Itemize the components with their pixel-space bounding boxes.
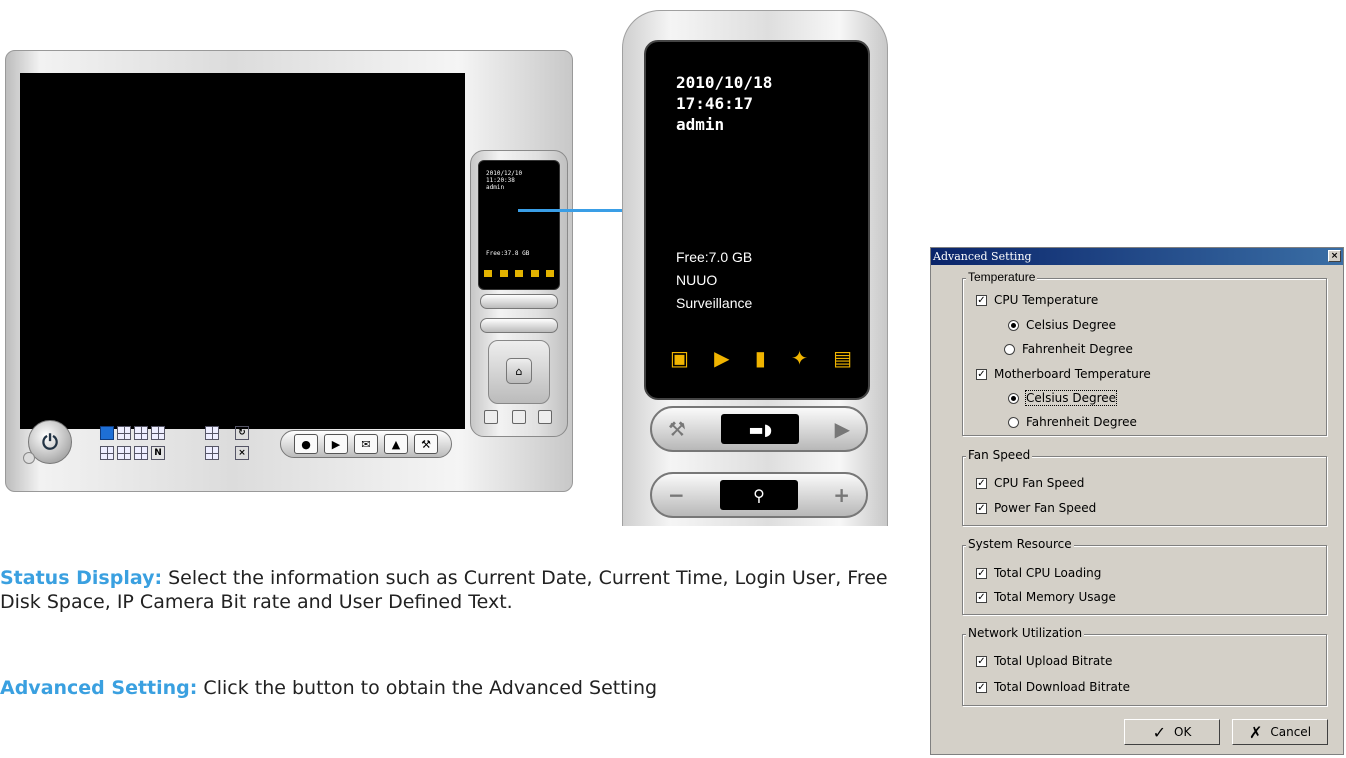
cpu-temperature-label: CPU Temperature [994,293,1099,307]
status-text-line2: Surveillance [676,295,753,311]
status-date: 2010/10/18 [676,73,773,92]
monitor-icon: ▣ [670,346,689,370]
layout-9-button[interactable] [100,446,114,460]
mb-fahrenheit-label: Fahrenheit Degree [1026,415,1137,429]
network-utilization-group [962,634,1327,706]
zoom-in-icon[interactable]: + [833,483,850,507]
total-download-bitrate-label: Total Download Bitrate [994,680,1130,694]
cpu-fahrenheit-radio[interactable] [1004,344,1015,355]
advanced-setting-label: Advanced Setting: [0,677,198,699]
zoom-pill: − ⚲ + [650,472,868,518]
total-download-bitrate-checkbox[interactable]: ✓ [976,682,987,693]
power-icon: ⏻ [42,430,58,454]
zoom-icon[interactable]: ⚲ [720,480,798,510]
cancel-x-icon: ✗ [1248,722,1263,742]
cancel-button[interactable]: ✗ Cancel [1232,719,1328,745]
mini-status-lines: 2010/12/10 11:20:38 admin [486,170,523,191]
status-time: 17:46:17 [676,94,754,113]
screen-layout-buttons: N ↻ × [100,426,260,466]
status-display-description: Status Display: Select the information s… [0,566,920,614]
layout-10-button[interactable] [117,446,131,460]
ok-button-label: OK [1174,725,1192,739]
next-icon[interactable]: ▶ [835,417,850,441]
power-fan-speed-label: Power Fan Speed [994,501,1097,515]
cpu-fan-speed-checkbox[interactable]: ✓ [976,478,987,489]
cpu-temperature-checkbox[interactable]: ✓ [976,295,987,306]
status-user: admin [676,115,725,134]
status-icons: ▣ ▶ ▮ ✦ ▤ [670,346,852,370]
status-toggle-button[interactable]: ▬◗ [721,414,800,444]
mb-celsius-label: Celsius Degree [1024,390,1118,406]
layout-16-button[interactable] [205,426,219,440]
event-icon[interactable]: ✉ [354,434,378,454]
wrench-icon[interactable]: ⚒ [668,417,686,441]
power-fan-speed-checkbox[interactable]: ✓ [976,503,987,514]
video-display[interactable] [20,73,465,429]
check-icon: ✓ [1152,722,1167,742]
motherboard-temperature-checkbox[interactable]: ✓ [976,369,987,380]
satellite-icon: ✦ [791,346,808,370]
cpu-celsius-label: Celsius Degree [1026,318,1117,332]
fan-speed-group-label: Fan Speed [966,448,1033,462]
mobile-icon: ▮ [754,346,766,370]
main-control-bar: ● ▶ ✉ ▲ ⚒ [280,430,452,458]
cpu-fan-speed-label: CPU Fan Speed [994,476,1085,490]
cpu-fahrenheit-label: Fahrenheit Degree [1022,342,1133,356]
fan-speed-group [962,456,1327,526]
network-utilization-group-label: Network Utilization [966,626,1085,640]
close-view-icon[interactable]: × [235,446,249,460]
minimize-button[interactable] [23,452,35,464]
dialog-title-bar: Advanced Setting [931,248,1343,265]
layout-13-button[interactable] [134,446,148,460]
total-upload-bitrate-label: Total Upload Bitrate [994,654,1113,668]
home-icon[interactable]: ⌂ [506,358,532,384]
preset-button-3[interactable] [538,410,552,424]
layout-8-button[interactable] [151,426,165,440]
total-cpu-loading-checkbox[interactable]: ✓ [976,568,987,579]
preset-button-1[interactable] [484,410,498,424]
system-resource-group-label: System Resource [966,537,1074,551]
status-text-line1: NUUO [676,272,718,288]
mini-status-icons [484,270,554,280]
mini-zoom-pill[interactable] [480,318,558,333]
advanced-setting-text: Click the button to obtain the Advanced … [197,677,658,699]
advanced-setting-description: Advanced Setting: Click the button to ob… [0,676,920,700]
cpu-celsius-radio[interactable] [1008,320,1019,331]
total-memory-usage-label: Total Memory Usage [994,590,1116,604]
total-cpu-loading-label: Total CPU Loading [994,566,1102,580]
system-resource-group [962,545,1327,615]
mini-free-space: Free:37.8 GB [486,250,530,257]
mb-fahrenheit-radio[interactable] [1008,417,1019,428]
temperature-group-label: Temperature [966,270,1038,284]
layout-6-button[interactable] [134,426,148,440]
preset-button-2[interactable] [512,410,526,424]
status-display-label: Status Display: [0,567,163,589]
status-free-space: Free:7.0 GB [676,249,753,265]
alert-icon[interactable]: ▲ [384,434,408,454]
layout-full-button[interactable] [205,446,219,460]
layout-n-button[interactable]: N [151,446,165,460]
close-icon[interactable]: × [1328,250,1341,262]
record-icon[interactable]: ● [294,434,318,454]
settings-icon[interactable]: ⚒ [414,434,438,454]
setting-pill: ⚒ ▬◗ ▶ [650,406,868,452]
playback-icon[interactable]: ▶ [324,434,348,454]
total-upload-bitrate-checkbox[interactable]: ✓ [976,656,987,667]
zoom-out-icon[interactable]: − [668,483,685,507]
motherboard-temperature-label: Motherboard Temperature [994,367,1151,381]
mb-celsius-radio[interactable] [1008,393,1019,404]
display-icon: ▤ [833,346,852,370]
mini-setting-pill[interactable] [480,294,558,309]
layout-1-button[interactable] [100,426,114,440]
total-memory-usage-checkbox[interactable]: ✓ [976,592,987,603]
ok-button[interactable]: ✓ OK [1124,719,1220,745]
dialog-title: Advanced Setting [933,250,1032,263]
layout-4-button[interactable] [117,426,131,440]
cancel-button-label: Cancel [1270,725,1312,739]
rotate-icon[interactable]: ↻ [235,426,249,440]
playback-status-icon: ▶ [714,346,730,370]
